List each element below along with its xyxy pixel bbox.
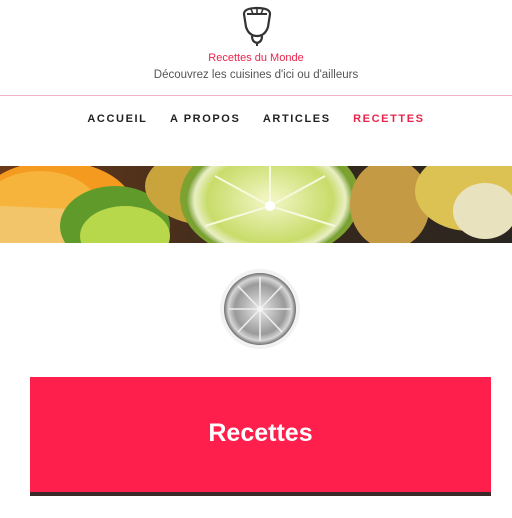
nav-item-accueil[interactable]: ACCUEIL	[87, 113, 147, 125]
citrus-banner-image	[0, 166, 512, 243]
site-title[interactable]: Recettes du Monde	[0, 52, 512, 64]
main-nav: ACCUEIL A PROPOS ARTICLES RECETTES	[0, 109, 512, 127]
site-header: Recettes du Monde Découvrez les cuisines…	[0, 0, 512, 95]
site-description: Découvrez les cuisines d'ici ou d'ailleu…	[153, 69, 359, 81]
citrus-banner-art	[0, 166, 512, 243]
nav-item-a-propos[interactable]: A PROPOS	[170, 113, 240, 125]
citrus-juicer-icon[interactable]	[241, 5, 273, 47]
nav-item-articles[interactable]: ARTICLES	[263, 113, 331, 125]
page-title: Recettes	[208, 419, 313, 447]
nav-item-recettes[interactable]: RECETTES	[353, 113, 424, 125]
lime-slice-image	[220, 269, 300, 349]
page-title-banner-shadow	[30, 492, 491, 496]
header-divider	[0, 95, 512, 96]
